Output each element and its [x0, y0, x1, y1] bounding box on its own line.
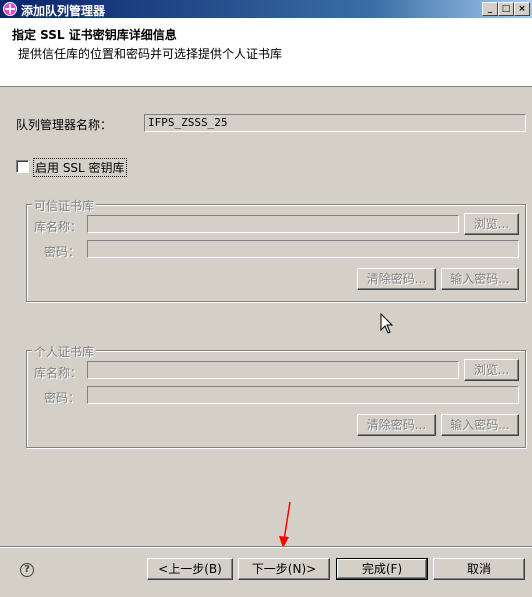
personal-store-name-field[interactable]: [87, 361, 459, 379]
wizard-header: 指定 SSL 证书密钥库详细信息 提供信任库的位置和密码并可选择提供个人证书库: [0, 18, 532, 87]
title-bar: 添加队列管理器 _ □ ×: [0, 0, 532, 18]
personal-enter-password-button[interactable]: 输入密码...: [441, 414, 519, 436]
close-button[interactable]: ×: [514, 2, 530, 16]
next-button[interactable]: 下一步(N)>: [238, 558, 330, 580]
qmgr-name-label: 队列管理器名称：: [16, 118, 113, 132]
back-button[interactable]: <上一步(B): [147, 558, 233, 580]
personal-store-password-label: 密码：: [44, 391, 81, 405]
trusted-store-legend: 可信证书库: [32, 197, 97, 214]
personal-browse-button[interactable]: 浏览...: [464, 359, 519, 381]
maximize-button[interactable]: □: [498, 2, 514, 16]
enable-ssl-checkbox[interactable]: [16, 160, 29, 173]
minimize-button[interactable]: _: [482, 2, 498, 16]
app-icon: [3, 2, 17, 16]
trusted-enter-password-button[interactable]: 输入密码...: [441, 268, 519, 290]
trusted-store-password-field[interactable]: [87, 240, 519, 258]
cancel-button[interactable]: 取消: [433, 558, 525, 580]
personal-store-password-field[interactable]: [87, 386, 519, 404]
trusted-store-name-field[interactable]: [87, 215, 459, 233]
trusted-browse-button[interactable]: 浏览...: [464, 213, 519, 235]
personal-store-name-label: 库名称：: [34, 366, 83, 380]
personal-store-legend: 个人证书库: [32, 343, 97, 360]
wizard-page-title: 指定 SSL 证书密钥库详细信息: [12, 28, 177, 42]
qmgr-name-field: IFPS_ZSSS_25: [144, 114, 526, 132]
annotation-arrow-icon: [279, 501, 291, 548]
wizard-page-description: 提供信任库的位置和密码并可选择提供个人证书库: [18, 47, 283, 61]
enable-ssl-label[interactable]: 启用 SSL 密钥库: [33, 158, 127, 177]
trusted-store-name-label: 库名称：: [34, 220, 83, 234]
personal-clear-password-button[interactable]: 清除密码...: [357, 414, 436, 436]
finish-button[interactable]: 完成(F): [336, 558, 428, 580]
window-title: 添加队列管理器: [21, 4, 106, 18]
trusted-store-password-label: 密码：: [44, 245, 81, 259]
help-icon[interactable]: ?: [20, 563, 34, 577]
trusted-clear-password-button[interactable]: 清除密码...: [357, 268, 436, 290]
footer-separator: [0, 546, 532, 548]
mouse-cursor-icon: [380, 313, 394, 334]
